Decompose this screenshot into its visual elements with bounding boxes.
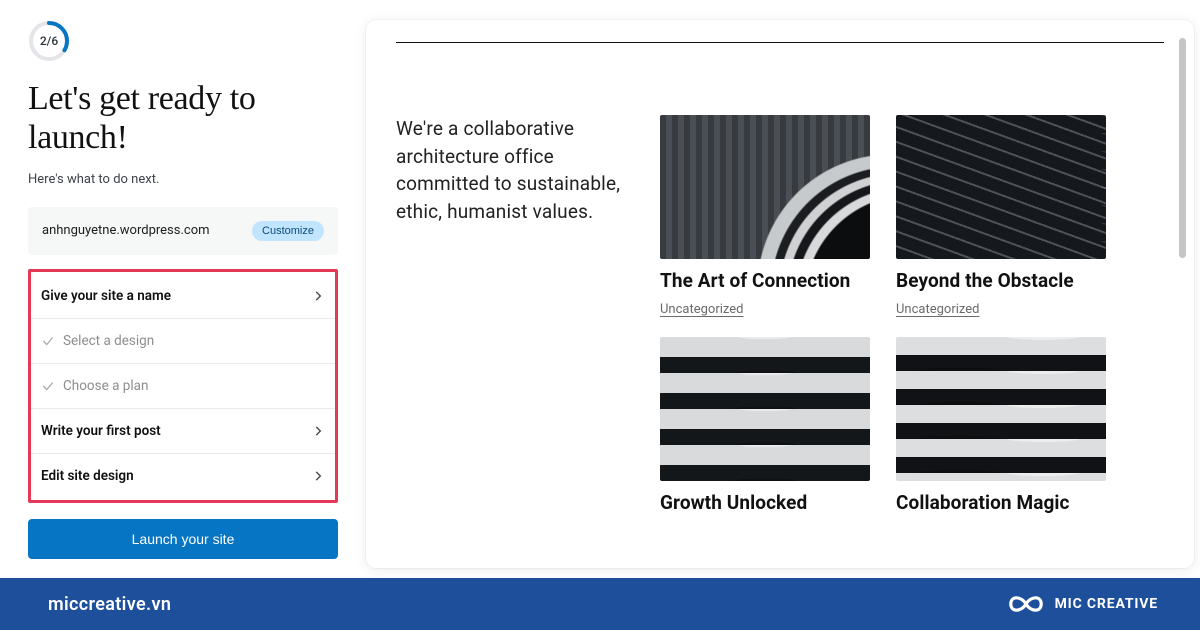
site-url: anhnguyetne.wordpress.com (42, 223, 210, 238)
page-title: Let's get ready to launch! (28, 80, 338, 158)
post-title: Growth Unlocked (660, 491, 870, 514)
task-label: Give your site a name (41, 288, 171, 304)
scrollbar-thumb[interactable] (1179, 38, 1186, 258)
launch-site-button[interactable]: Launch your site (28, 519, 338, 559)
task-label: Select a design (63, 333, 154, 349)
post-card[interactable]: Beyond the Obstacle Uncategorized (896, 115, 1106, 317)
post-thumbnail (896, 115, 1106, 259)
progress-step-label: 2/6 (28, 20, 70, 62)
post-title: Beyond the Obstacle (896, 269, 1106, 292)
task-select-design[interactable]: Select a design (31, 319, 335, 364)
post-card[interactable]: Collaboration Magic (896, 337, 1106, 514)
post-title: The Art of Connection (660, 269, 870, 292)
task-give-site-name[interactable]: Give your site a name (31, 274, 335, 319)
task-label: Write your first post (41, 423, 161, 439)
check-icon (41, 379, 55, 393)
post-thumbnail (660, 337, 870, 481)
post-category-link[interactable]: Uncategorized (660, 302, 870, 317)
footer-site: miccreative.vn (48, 594, 171, 615)
preview-divider (396, 42, 1164, 43)
check-icon (41, 334, 55, 348)
preview-card: We're a collaborative architecture offic… (366, 20, 1194, 568)
infinity-icon (1007, 593, 1045, 615)
site-tagline: We're a collaborative architecture offic… (396, 115, 634, 317)
attribution-footer: miccreative.vn MIC CREATIVE (0, 578, 1200, 630)
post-category-link[interactable]: Uncategorized (896, 302, 1106, 317)
brand-mark: MIC CREATIVE (1007, 593, 1158, 615)
task-list: Give your site a name Select a design (28, 269, 338, 503)
task-label: Choose a plan (63, 378, 148, 394)
post-title: Collaboration Magic (896, 491, 1106, 514)
customize-button[interactable]: Customize (252, 221, 324, 241)
task-write-first-post[interactable]: Write your first post (31, 409, 335, 454)
post-card[interactable]: Growth Unlocked (660, 337, 870, 514)
chevron-right-icon (311, 424, 325, 438)
chevron-right-icon (311, 469, 325, 483)
chevron-right-icon (311, 289, 325, 303)
post-thumbnail (660, 115, 870, 259)
task-choose-plan[interactable]: Choose a plan (31, 364, 335, 409)
site-domain-box: anhnguyetne.wordpress.com Customize (28, 207, 338, 255)
page-subtitle: Here's what to do next. (28, 172, 338, 187)
task-label: Edit site design (41, 468, 134, 484)
brand-name: MIC CREATIVE (1055, 596, 1158, 612)
progress-ring: 2/6 (28, 20, 70, 62)
task-edit-site-design[interactable]: Edit site design (31, 454, 335, 498)
site-preview: We're a collaborative architecture offic… (366, 20, 1194, 568)
post-card[interactable]: The Art of Connection Uncategorized (660, 115, 870, 317)
post-thumbnail (896, 337, 1106, 481)
launch-sidebar: 2/6 Let's get ready to launch! Here's wh… (28, 20, 338, 568)
